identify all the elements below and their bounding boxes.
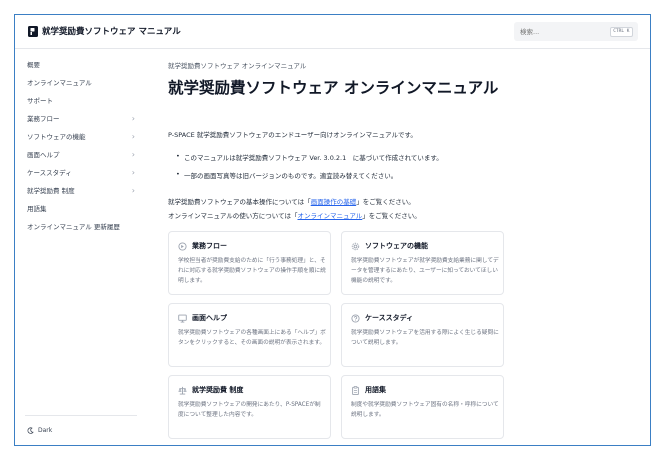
sidebar-item-label: ソフトウェアの機能: [27, 133, 86, 141]
card-description: 就学奨励費ソフトウェアが就学奨励費支給業務に関してデータを管理するにあたり、ユー…: [351, 258, 499, 284]
page-title: 就学奨励費ソフトウェア オンラインマニュアル: [168, 79, 499, 97]
basic-ops-link[interactable]: 画面操作の基礎: [311, 198, 357, 206]
card-features[interactable]: ソフトウェアの機能 就学奨励費ソフトウェアが就学奨励費支給業務に関してデータを管…: [341, 231, 504, 295]
intro-text: P-SPACE 就学奨励費ソフトウェアのエンドユーザー向けオンラインマニュアルで…: [168, 131, 417, 139]
question-icon: [351, 313, 360, 323]
sidebar-item-label: 画面ヘルプ: [27, 151, 60, 159]
sidebar-item-support[interactable]: サポート: [27, 95, 135, 105]
manual-usage-link[interactable]: オンラインマニュアル: [297, 212, 362, 220]
site-title[interactable]: 就学奨励費ソフトウェア マニュアル: [42, 25, 181, 37]
card-screen-help[interactable]: 画面ヘルプ 就学奨励費ソフトウェアの各種画面上にある「ヘルプ」ボタンをクリックす…: [168, 303, 331, 367]
sidebar-item-workflow[interactable]: 業務フロー ›: [27, 113, 135, 124]
logo-icon: [28, 26, 38, 37]
sidebar-item-online-manual[interactable]: オンラインマニュアル: [27, 77, 135, 87]
basic-ops-prefix: 就学奨励費ソフトウェアの基本操作については「: [168, 198, 311, 206]
card-description: 就学奨励費ソフトウェアの開発にあたり、P-SPACEが制度について整理した内容で…: [178, 402, 321, 418]
manual-usage-prefix: オンラインマニュアルの使い方については「: [168, 212, 298, 220]
chevron-right-icon[interactable]: ›: [132, 168, 135, 177]
card-title: 画面ヘルプ: [192, 314, 227, 322]
theme-toggle[interactable]: Dark: [27, 427, 52, 434]
notes-list: このマニュアルは就学奨励費ソフトウェア Ver. 3.0.2.1 に基づいて作成…: [176, 152, 443, 188]
main-content: 就学奨励費ソフトウェア オンラインマニュアル 就学奨励費ソフトウェア オンライン…: [168, 49, 528, 445]
sidebar-item-system[interactable]: 就学奨励費 制度 ›: [27, 185, 135, 196]
card-description: 学校担当者が奨励費支給のために「行う事務処理」と、それに対応する就学奨励費ソフト…: [178, 258, 326, 284]
card-workflow[interactable]: 業務フロー 学校担当者が奨励費支給のために「行う事務処理」と、それに対応する就学…: [168, 231, 331, 295]
manual-usage-text: オンラインマニュアルの使い方については「オンラインマニュアル」をご覧ください。: [168, 210, 421, 220]
sidebar-item-label: サポート: [27, 97, 53, 105]
chevron-right-icon[interactable]: ›: [132, 114, 135, 123]
sidebar-item-label: 概要: [27, 61, 40, 69]
theme-toggle-label: Dark: [38, 427, 53, 434]
sidebar-item-label: オンラインマニュアル 更新履歴: [27, 223, 120, 231]
flow-icon: [178, 241, 187, 251]
card-title: ソフトウェアの機能: [365, 242, 428, 250]
sidebar-item-features[interactable]: ソフトウェアの機能 ›: [27, 131, 135, 142]
clipboard-icon: [352, 385, 359, 395]
card-glossary[interactable]: 用語集 制度や就学奨励費ソフトウェア固有の名称・呼称について説明します。: [341, 375, 504, 439]
sidebar-item-label: 就学奨励費 制度: [27, 187, 75, 195]
card-description: 就学奨励費ソフトウェアの各種画面上にある「ヘルプ」ボタンをクリックすると、その画…: [178, 330, 326, 346]
sidebar-divider: [25, 415, 137, 416]
top-bar: 就学奨励費ソフトウェア マニュアル CTRL K: [15, 15, 650, 49]
card-title: ケーススタディ: [365, 314, 414, 322]
sidebar-item-glossary[interactable]: 用語集: [27, 203, 135, 213]
breadcrumb[interactable]: 就学奨励費ソフトウェア オンラインマニュアル: [168, 60, 306, 70]
basic-ops-suffix: 」をご覧ください。: [356, 198, 415, 206]
card-case-study[interactable]: ケーススタディ 就学奨励費ソフトウェアを活用する際によく生じる疑問について説明し…: [341, 303, 504, 367]
card-description: 就学奨励費ソフトウェアを活用する際によく生じる疑問について説明します。: [351, 330, 499, 346]
browser-frame: 就学奨励費ソフトウェア マニュアル CTRL K 概要 オンラインマニュアル サ…: [14, 14, 651, 446]
basic-ops-text: 就学奨励費ソフトウェアの基本操作については「画面操作の基礎」をご覧ください。: [168, 196, 415, 206]
card-system[interactable]: 就学奨励費 制度 就学奨励費ソフトウェアの開発にあたり、P-SPACEが制度につ…: [168, 375, 331, 439]
card-description: 制度や就学奨励費ソフトウェア固有の名称・呼称について説明します。: [351, 402, 499, 418]
sidebar-item-label: オンラインマニュアル: [27, 79, 92, 87]
sidebar-item-screen-help[interactable]: 画面ヘルプ ›: [27, 149, 135, 160]
chevron-right-icon[interactable]: ›: [132, 150, 135, 159]
sidebar: 概要 オンラインマニュアル サポート 業務フロー › ソフトウェアの機能 › 画面ヘ…: [15, 49, 141, 445]
card-title: 用語集: [365, 386, 386, 394]
sidebar-item-label: 用語集: [27, 205, 47, 213]
sidebar-item-label: ケーススタディ: [27, 169, 72, 177]
sidebar-item-case-study[interactable]: ケーススタディ ›: [27, 167, 135, 178]
sidebar-item-label: 業務フロー: [27, 115, 60, 123]
list-item: このマニュアルは就学奨励費ソフトウェア Ver. 3.0.2.1 に基づいて作成…: [176, 152, 443, 162]
search-input[interactable]: [520, 27, 610, 36]
search-shortcut: CTRL K: [609, 26, 633, 37]
chevron-right-icon[interactable]: ›: [132, 186, 135, 195]
list-item: 一部の画面写真等は旧バージョンのものです。適宜読み替えてください。: [176, 170, 443, 180]
card-title: 業務フロー: [192, 242, 227, 250]
gear-icon: [351, 242, 360, 250]
sidebar-item-changelog[interactable]: オンラインマニュアル 更新履歴: [27, 221, 135, 231]
card-title: 就学奨励費 制度: [192, 386, 244, 394]
scale-icon: [178, 386, 187, 395]
search-box[interactable]: CTRL K: [514, 22, 638, 41]
chevron-right-icon[interactable]: ›: [132, 132, 135, 141]
moon-icon: [27, 427, 34, 434]
manual-usage-suffix: 」をご覧ください。: [362, 212, 421, 220]
monitor-icon: [178, 314, 187, 323]
sidebar-item-overview[interactable]: 概要: [27, 59, 135, 69]
